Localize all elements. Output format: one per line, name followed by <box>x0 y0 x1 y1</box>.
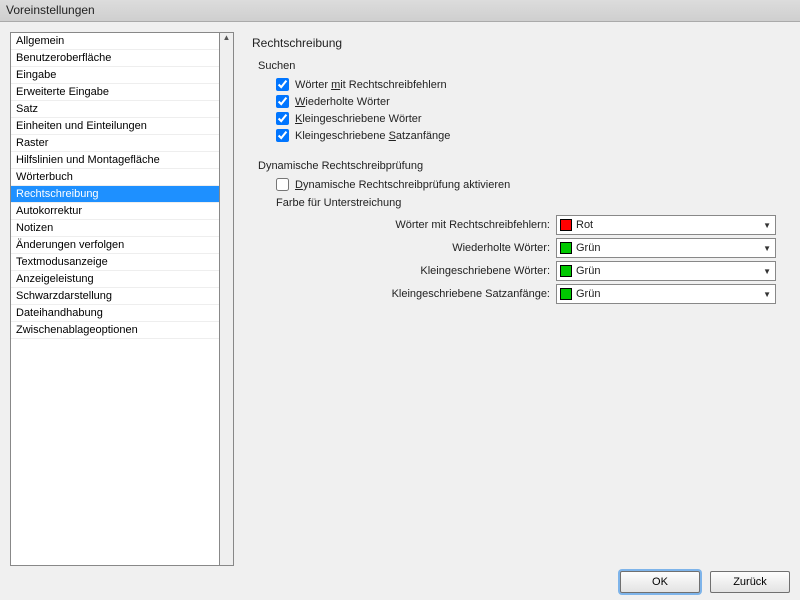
underline-color-select[interactable]: Grün ▼ <box>556 238 776 258</box>
preferences-window: Voreinstellungen AllgemeinBenutzeroberfl… <box>0 0 800 600</box>
underline-color-row: Wörter mit Rechtschreibfehlern: Rot ▼ <box>276 215 780 235</box>
search-group-title: Suchen <box>258 60 780 72</box>
color-swatch-icon <box>560 242 572 254</box>
chevron-down-icon: ▼ <box>763 244 771 253</box>
sidebar-item[interactable]: Benutzeroberfläche <box>11 50 219 67</box>
underline-color-select[interactable]: Grün ▼ <box>556 284 776 304</box>
color-swatch-icon <box>560 219 572 231</box>
activate-dynamic-checkbox-row: Dynamische Rechtschreibprüfung aktiviere… <box>276 178 780 191</box>
search-option-checkbox[interactable] <box>276 129 289 142</box>
search-option-checkbox[interactable] <box>276 112 289 125</box>
color-swatch-icon <box>560 288 572 300</box>
scroll-up-icon[interactable]: ▲ <box>220 33 233 42</box>
sidebar-item[interactable]: Erweiterte Eingabe <box>11 84 219 101</box>
search-option-label: Wörter mit Rechtschreibfehlern <box>295 79 447 91</box>
dynamic-group-title: Dynamische Rechtschreibprüfung <box>258 160 780 172</box>
underline-color-row: Kleingeschriebene Wörter: Grün ▼ <box>276 261 780 281</box>
search-option-row: Kleingeschriebene Satzanfänge <box>276 129 780 142</box>
color-value: Rot <box>576 219 593 231</box>
sidebar-item[interactable]: Rechtschreibung <box>11 186 219 203</box>
sidebar-item[interactable]: Dateihandhabung <box>11 305 219 322</box>
back-button[interactable]: Zurück <box>710 571 790 593</box>
chevron-down-icon: ▼ <box>763 290 771 299</box>
sidebar-item[interactable]: Textmodusanzeige <box>11 254 219 271</box>
dynamic-group: Dynamische Rechtschreibprüfung Dynamisch… <box>258 160 780 304</box>
search-option-row: Wiederholte Wörter <box>276 95 780 108</box>
search-option-label: Kleingeschriebene Satzanfänge <box>295 130 450 142</box>
sidebar-item[interactable]: Anzeigeleistung <box>11 271 219 288</box>
underline-color-label: Wiederholte Wörter: <box>276 242 556 254</box>
search-option-label: Wiederholte Wörter <box>295 96 390 108</box>
category-list[interactable]: AllgemeinBenutzeroberflächeEingabeErweit… <box>10 32 220 566</box>
main-panel: Rechtschreibung Suchen Wörter mit Rechts… <box>242 32 790 566</box>
underline-color-select[interactable]: Rot ▼ <box>556 215 776 235</box>
ok-button[interactable]: OK <box>620 571 700 593</box>
sidebar-item[interactable]: Eingabe <box>11 67 219 84</box>
sidebar-item[interactable]: Allgemein <box>11 33 219 50</box>
search-option-row: Wörter mit Rechtschreibfehlern <box>276 78 780 91</box>
sidebar-item[interactable]: Wörterbuch <box>11 169 219 186</box>
underline-color-title: Farbe für Unterstreichung <box>276 197 780 209</box>
window-title: Voreinstellungen <box>0 0 800 22</box>
search-group: Suchen Wörter mit Rechtschreibfehlern Wie… <box>258 60 780 142</box>
color-value: Grün <box>576 265 600 277</box>
underline-color-label: Kleingeschriebene Wörter: <box>276 265 556 277</box>
chevron-down-icon: ▼ <box>763 221 771 230</box>
sidebar-item[interactable]: Schwarzdarstellung <box>11 288 219 305</box>
search-option-checkbox[interactable] <box>276 78 289 91</box>
color-value: Grün <box>576 288 600 300</box>
underline-color-label: Wörter mit Rechtschreibfehlern: <box>276 219 556 231</box>
sidebar-item[interactable]: Hilfslinien und Montagefläche <box>11 152 219 169</box>
chevron-down-icon: ▼ <box>763 267 771 276</box>
underline-color-row: Kleingeschriebene Satzanfänge: Grün ▼ <box>276 284 780 304</box>
sidebar-item[interactable]: Satz <box>11 101 219 118</box>
content-area: AllgemeinBenutzeroberflächeEingabeErweit… <box>0 22 800 570</box>
sidebar-item[interactable]: Raster <box>11 135 219 152</box>
color-value: Grün <box>576 242 600 254</box>
dialog-footer: OK Zurück <box>0 570 800 600</box>
sidebar-item[interactable]: Änderungen verfolgen <box>11 237 219 254</box>
sidebar-item[interactable]: Einheiten und Einteilungen <box>11 118 219 135</box>
activate-dynamic-checkbox[interactable] <box>276 178 289 191</box>
sidebar-item[interactable]: Notizen <box>11 220 219 237</box>
underline-color-row: Wiederholte Wörter: Grün ▼ <box>276 238 780 258</box>
underline-color-select[interactable]: Grün ▼ <box>556 261 776 281</box>
sidebar-item[interactable]: Zwischenablageoptionen <box>11 322 219 339</box>
sidebar-item[interactable]: Autokorrektur <box>11 203 219 220</box>
underline-color-label: Kleingeschriebene Satzanfänge: <box>276 288 556 300</box>
search-option-label: Kleingeschriebene Wörter <box>295 113 422 125</box>
sidebar-wrap: AllgemeinBenutzeroberflächeEingabeErweit… <box>10 32 234 566</box>
sidebar-scrollbar[interactable]: ▲ <box>220 32 234 566</box>
activate-dynamic-label: Dynamische Rechtschreibprüfung aktiviere… <box>295 179 510 191</box>
page-title: Rechtschreibung <box>252 36 780 50</box>
search-option-checkbox[interactable] <box>276 95 289 108</box>
search-option-row: Kleingeschriebene Wörter <box>276 112 780 125</box>
color-swatch-icon <box>560 265 572 277</box>
